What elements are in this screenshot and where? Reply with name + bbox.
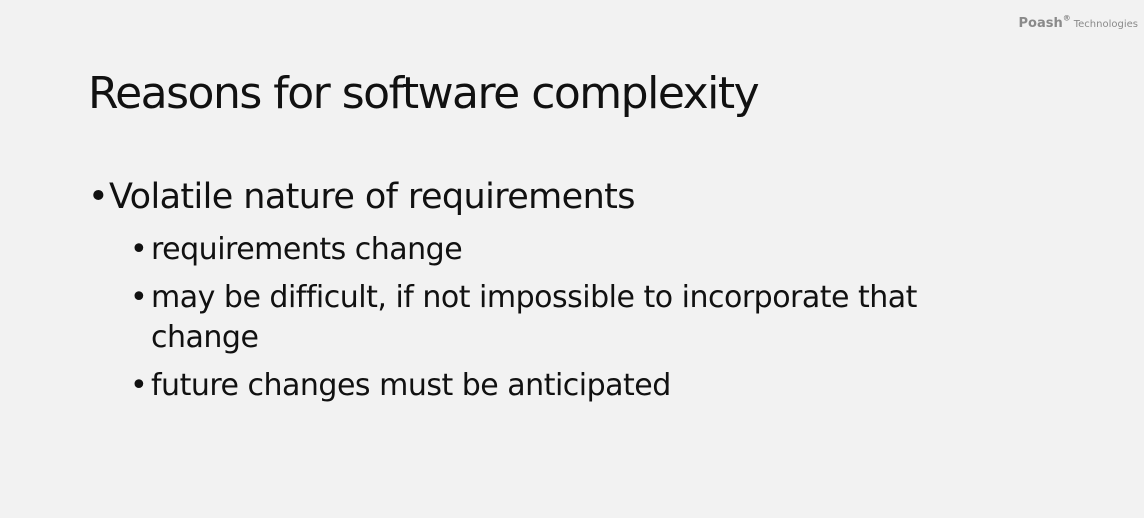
bullet-icon: • <box>130 280 148 315</box>
sub-bullet-item: • may be difficult, if not impossible to… <box>130 278 1088 358</box>
logo-suffix: Technologies <box>1073 19 1138 30</box>
slide: Poash®Technologies Reasons for software … <box>0 0 1144 518</box>
bullet-icon: • <box>130 368 148 403</box>
sub-bullet-text: requirements change <box>151 232 463 267</box>
bullet-icon: • <box>88 177 109 217</box>
bullet-text: Volatile nature of requirements <box>109 177 636 217</box>
slide-title: Reasons for software complexity <box>88 68 760 119</box>
bullet-item: • Volatile nature of requirements <box>88 172 1088 222</box>
sub-bullet-item: • requirements change <box>130 230 1088 270</box>
bullet-list: • Volatile nature of requirements • requ… <box>88 172 1088 406</box>
logo-brand: Poash <box>1018 16 1063 31</box>
sub-bullet-text: future changes must be anticipated <box>151 368 671 403</box>
logo-registered-mark: ® <box>1062 13 1071 23</box>
bullet-icon: • <box>130 232 148 267</box>
sub-bullet-list: • requirements change • may be difficult… <box>130 230 1088 406</box>
company-logo: Poash®Technologies <box>1019 12 1138 31</box>
sub-bullet-item: • future changes must be anticipated <box>130 366 1088 406</box>
sub-bullet-text: may be difficult, if not impossible to i… <box>151 280 917 355</box>
